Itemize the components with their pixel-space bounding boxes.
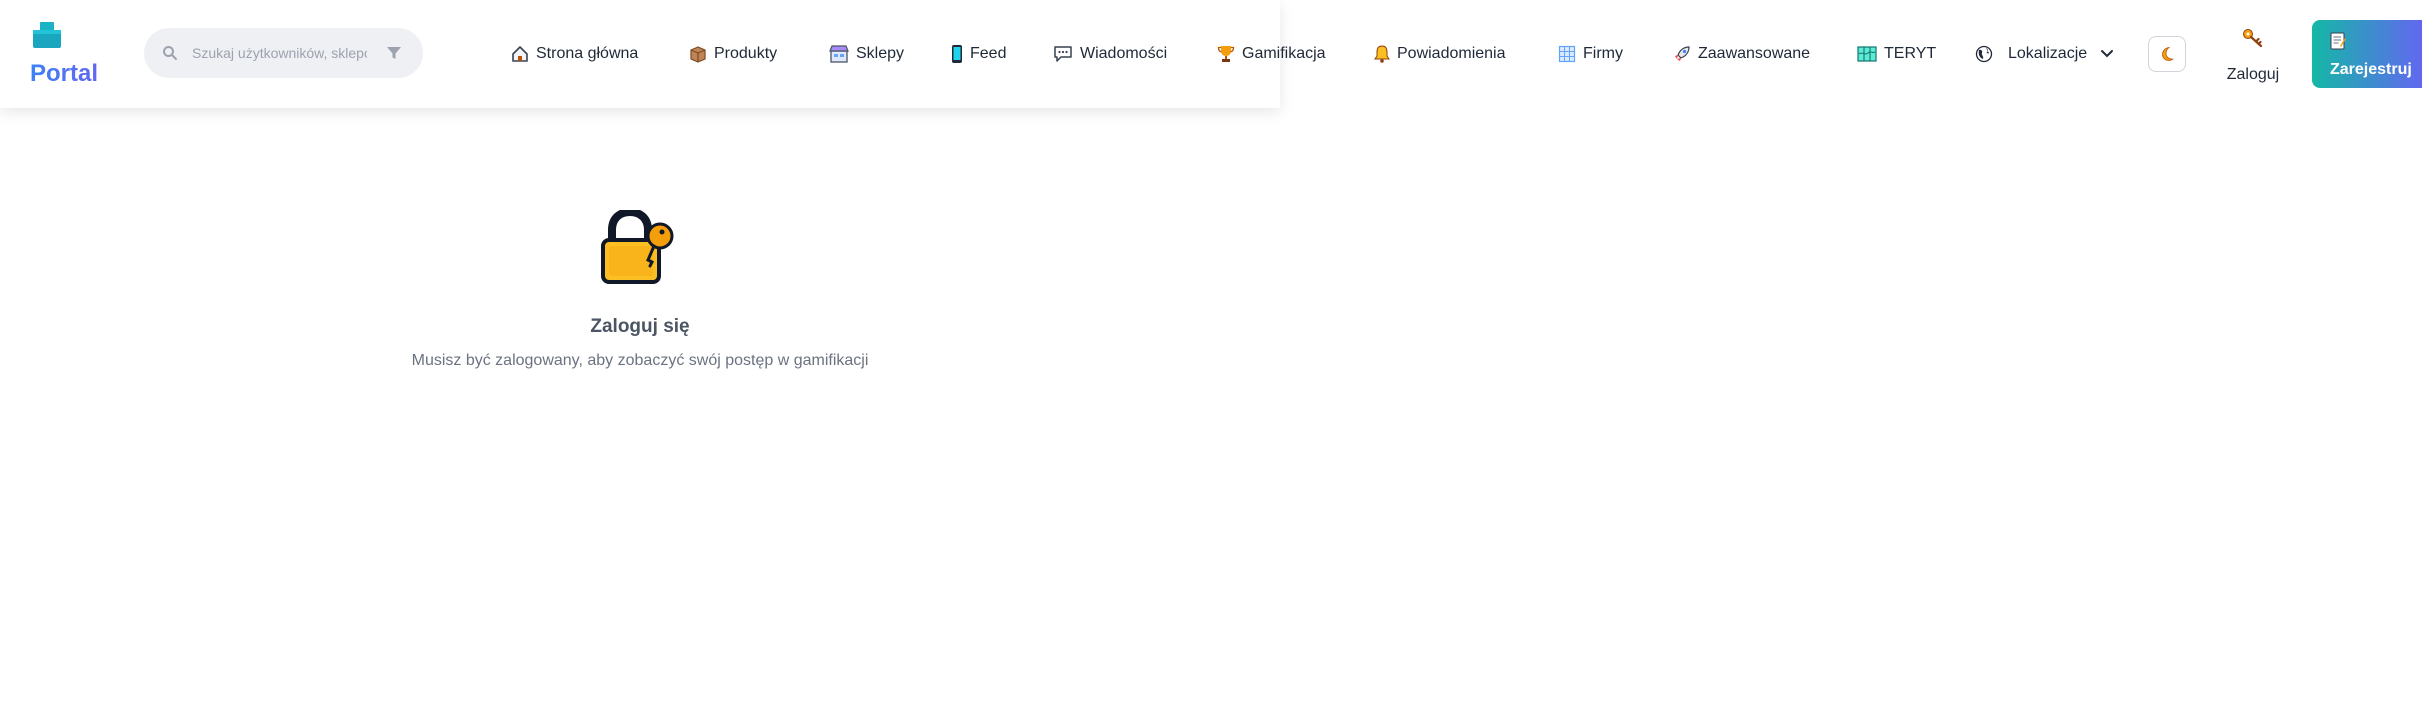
shop-icon <box>829 45 849 63</box>
memo-icon <box>2330 32 2346 50</box>
nav-item-label: Wiadomości <box>1080 45 1168 62</box>
nav-item-label: Firmy <box>1583 45 1623 62</box>
logo[interactable]: Portal <box>30 22 110 88</box>
register-label: Zarejestruj <box>2330 61 2412 78</box>
nav-item-home[interactable]: Strona główna <box>511 40 638 68</box>
map-icon <box>1857 46 1877 62</box>
nav-item-label: Zaawansowane <box>1698 45 1811 62</box>
theme-toggle-button[interactable] <box>2148 36 2186 72</box>
login-label: Zaloguj <box>2226 66 2280 83</box>
nav-item-label: Produkty <box>714 45 778 62</box>
nav-item-label: Sklepy <box>856 45 905 62</box>
nav-item-notifications[interactable]: Powiadomienia <box>1374 40 1506 68</box>
search-bar <box>144 28 423 78</box>
search-input[interactable] <box>192 41 367 65</box>
nav-item-label: Powiadomienia <box>1397 45 1506 62</box>
logo-icon <box>33 22 61 48</box>
nav-item-gamification[interactable]: Gamifikacja <box>1217 40 1326 68</box>
nav-item-label: Lokalizacje <box>2008 45 2088 62</box>
search-icon <box>163 46 177 60</box>
nav-item-messages[interactable]: Wiadomości <box>1053 40 1167 68</box>
logo-text: Portal <box>30 60 99 87</box>
bell-icon <box>1374 45 1390 63</box>
nav-item-advanced[interactable]: Zaawansowane <box>1673 40 1810 68</box>
login-button[interactable]: Zaloguj <box>2218 28 2288 84</box>
login-required-state: Zaloguj się Musisz być zalogowany, aby z… <box>400 206 880 370</box>
trophy-icon <box>1217 46 1235 62</box>
nav-item-label: Feed <box>970 45 1007 62</box>
nav-item-feed[interactable]: Feed <box>951 40 1006 68</box>
office-icon <box>1558 45 1576 63</box>
empty-state-title: Zaloguj się <box>590 316 690 337</box>
filter-icon[interactable] <box>386 45 402 61</box>
nav-item-companies[interactable]: Firmy <box>1558 40 1623 68</box>
nav-item-teryt[interactable]: TERYT <box>1857 40 1936 68</box>
phone-icon <box>952 45 962 63</box>
moon-icon <box>2162 46 2174 61</box>
globe-icon <box>1975 45 1993 63</box>
nav-item-label: Strona główna <box>536 45 639 62</box>
rocket-icon <box>1675 46 1690 61</box>
register-button[interactable]: Zarejestruj <box>2312 20 2422 88</box>
package-icon <box>690 46 706 63</box>
chevron-down-icon <box>2101 50 2114 58</box>
nav-item-locations[interactable]: Lokalizacje <box>1975 40 2114 68</box>
lock-with-key-icon <box>601 210 674 284</box>
empty-state-description: Musisz być zalogowany, aby zobaczyć swój… <box>411 352 869 369</box>
nav-item-shops[interactable]: Sklepy <box>829 40 904 68</box>
speech-bubble-icon <box>1054 46 1072 62</box>
nav-item-label: TERYT <box>1884 45 1937 62</box>
nav-item-products[interactable]: Produkty <box>689 40 777 68</box>
key-icon <box>2243 29 2263 48</box>
nav-item-label: Gamifikacja <box>1242 45 1326 62</box>
house-icon <box>512 46 528 62</box>
